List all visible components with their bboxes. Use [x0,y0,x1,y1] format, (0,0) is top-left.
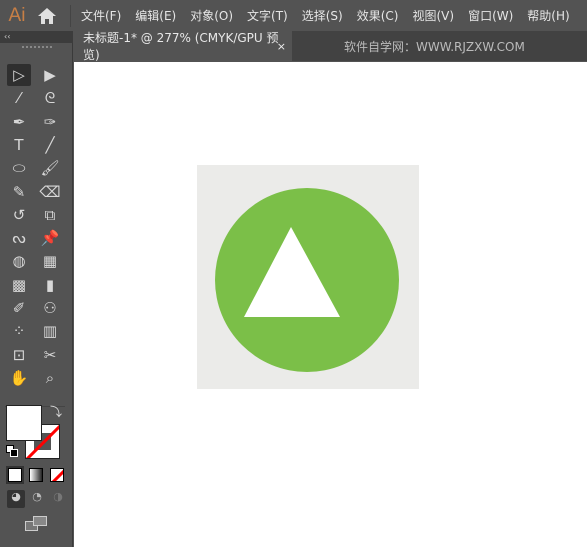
draw-inside-icon[interactable]: ◑ [49,490,67,508]
warp-tool-icon[interactable]: ᔓ [7,227,31,249]
eyedropper-tool-icon[interactable]: ✐ [7,297,31,319]
artboard-tool-icon[interactable]: ⊡ [7,344,31,366]
perspective-grid-tool-icon[interactable]: ▦ [38,250,62,272]
shape-builder-tool-icon[interactable]: ◍ [7,250,31,272]
scale-tool-icon[interactable]: ⧉ [38,204,62,226]
draw-behind-icon[interactable]: ◔ [28,490,46,508]
mesh-tool-icon[interactable]: ▩ [7,274,31,296]
menu-effect[interactable]: 效果(C) [357,7,399,24]
blend-tool-icon[interactable]: ⚇ [38,297,62,319]
lasso-tool-icon[interactable]: ᘓ [38,87,62,109]
gradient-tool-icon[interactable]: ▮ [38,274,62,296]
panel-collapse-button[interactable]: ‹‹ [0,31,73,43]
artwork [215,188,399,372]
selection-tool-icon[interactable]: ▷ [7,64,31,86]
canvas[interactable] [74,62,587,547]
menu-bar: Ai 文件(F) 编辑(E) 对象(O) 文字(T) 选择(S) 效果(C) 视… [0,0,587,31]
tools-panel: ▷ ▶ ⁄ ᘓ ✒ ✑ T ╱ ⬭ 🖌 ✎ ⌫ ↺ ⧉ ᔓ 📌 ◍ ▦ ▩ ▮ ✐ ⚇ ⁘ ▥ ⊡ ✂ ✋ ⌕ ⤵ ◕ ◔ ◑ [0,43,73,547]
slice-tool-icon[interactable]: ✂ [38,344,62,366]
type-tool-icon[interactable]: T [7,134,31,156]
divider [70,4,71,27]
panel-grip[interactable] [22,46,52,49]
default-colors-icon[interactable] [6,445,18,457]
tab-label: 未标题-1* @ 277% (CMYK/GPU 预览) [83,31,279,62]
fill-swatch[interactable] [6,405,42,441]
document-tabs: 未标题-1* @ 277% (CMYK/GPU 预览) × 软件自学网：WWW.R… [74,31,587,62]
color-mode-button[interactable] [6,466,24,484]
artboard[interactable] [197,165,419,389]
menu-type[interactable]: 文字(T) [247,7,288,24]
menu-edit[interactable]: 编辑(E) [135,7,176,24]
paintbrush-tool-icon[interactable]: 🖌 [38,157,62,179]
shaper-tool-icon[interactable]: ✎ [7,181,31,203]
eraser-tool-icon[interactable]: ⌫ [38,181,62,203]
draw-normal-icon[interactable]: ◕ [7,490,25,508]
magic-wand-tool-icon[interactable]: ⁄ [7,87,31,109]
tab-untitled-1[interactable]: 未标题-1* @ 277% (CMYK/GPU 预览) × [74,31,292,62]
menu-object[interactable]: 对象(O) [190,7,233,24]
gradient-mode-button[interactable] [29,468,43,482]
column-graph-tool-icon[interactable]: ▥ [38,320,62,342]
tab-watermark[interactable]: 软件自学网：WWW.RJZXW.COM [344,31,525,61]
ellipse-tool-icon[interactable]: ⬭ [7,157,31,179]
line-segment-tool-icon[interactable]: ╱ [38,134,62,156]
direct-selection-tool-icon[interactable]: ▶ [38,64,62,86]
zoom-tool-icon[interactable]: ⌕ [38,367,62,389]
curvature-tool-icon[interactable]: ✑ [38,111,62,133]
symbol-sprayer-tool-icon[interactable]: ⁘ [7,320,31,342]
menu-select[interactable]: 选择(S) [302,7,343,24]
free-transform-tool-icon[interactable]: 📌 [38,227,62,249]
pen-tool-icon[interactable]: ✒ [7,111,31,133]
menu-file[interactable]: 文件(F) [81,7,121,24]
close-icon[interactable]: × [277,40,286,53]
menu-help[interactable]: 帮助(H) [527,7,569,24]
rotate-tool-icon[interactable]: ↺ [7,204,31,226]
menu-view[interactable]: 视图(V) [412,7,454,24]
hand-tool-icon[interactable]: ✋ [7,367,31,389]
none-mode-button[interactable] [50,468,64,482]
menu-window[interactable]: 窗口(W) [468,7,513,24]
home-icon[interactable] [32,0,62,31]
app-logo: Ai [8,4,26,26]
swap-fill-stroke-icon[interactable]: ⤵ [50,403,62,420]
change-screen-mode-icon[interactable] [25,516,47,532]
